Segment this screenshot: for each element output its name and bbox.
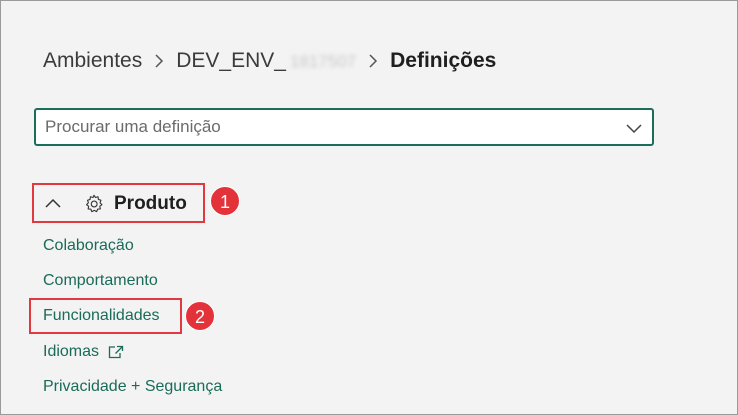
- annotation-badge-2: 2: [185, 301, 215, 331]
- external-link-icon: [108, 345, 124, 359]
- annotation-badge-1: 1: [210, 186, 240, 216]
- section-toggle-produto[interactable]: Produto: [32, 183, 205, 223]
- chevron-down-icon[interactable]: [626, 121, 642, 139]
- link-label: Idiomas: [43, 343, 100, 360]
- breadcrumb-current-page: Definições: [390, 49, 497, 72]
- chevron-right-icon: [154, 53, 164, 69]
- environment-id-blurred: 1817507: [289, 52, 357, 71]
- environment-name: DEV_ENV_: [176, 49, 286, 72]
- link-colaboracao[interactable]: Colaboração: [43, 237, 134, 255]
- search-input[interactable]: [36, 110, 606, 144]
- settings-panel: Ambientes DEV_ENV_ 1817507 Definições Pro…: [0, 0, 738, 415]
- breadcrumb: Ambientes DEV_ENV_ 1817507 Definições: [43, 49, 496, 73]
- breadcrumb-item-ambientes[interactable]: Ambientes: [43, 49, 142, 73]
- chevron-up-icon: [45, 196, 61, 214]
- link-funcionalidades[interactable]: Funcionalidades: [43, 307, 160, 325]
- chevron-right-icon: [368, 53, 378, 69]
- search-settings-combobox[interactable]: [34, 108, 654, 146]
- section-title: Produto: [114, 193, 187, 214]
- link-privacidade-seguranca[interactable]: Privacidade + Segurança: [43, 378, 222, 396]
- breadcrumb-item-environment[interactable]: DEV_ENV_ 1817507: [176, 49, 356, 73]
- gear-icon: [83, 193, 105, 220]
- link-comportamento[interactable]: Comportamento: [43, 272, 158, 290]
- link-idiomas[interactable]: Idiomas: [43, 343, 124, 361]
